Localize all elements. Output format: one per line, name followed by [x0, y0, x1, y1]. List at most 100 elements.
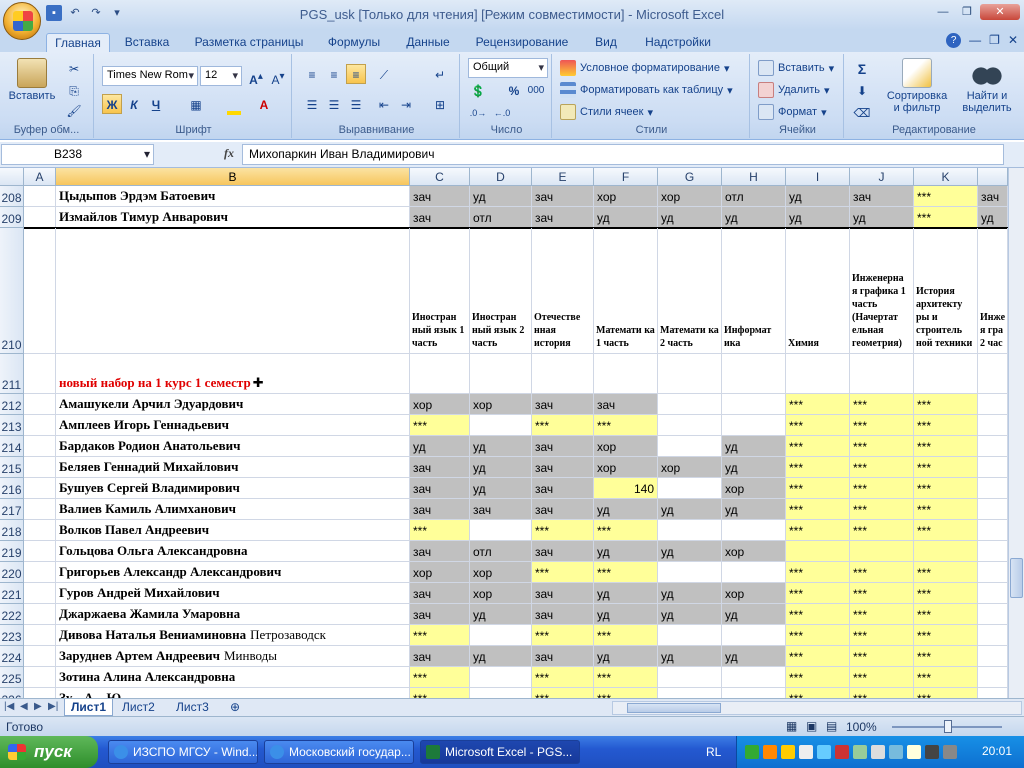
cell[interactable] [24, 520, 56, 541]
grade-cell[interactable]: уд [722, 436, 786, 457]
student-name-cell[interactable]: Цыдыпов Эрдэм Батоевич [56, 186, 410, 207]
grade-cell[interactable]: зач [532, 499, 594, 520]
grade-cell[interactable] [978, 688, 1008, 698]
student-name-cell[interactable]: Гольцова Ольга Александровна [56, 541, 410, 562]
subject-header-cell[interactable]: Математи ка 1 часть [594, 228, 658, 354]
page-layout-view-icon[interactable]: ▣ [806, 719, 817, 733]
grade-cell[interactable]: *** [786, 604, 850, 625]
grade-cell[interactable]: хор [722, 541, 786, 562]
grade-cell[interactable]: зач [532, 207, 594, 228]
vertical-scroll-thumb[interactable] [1010, 558, 1023, 598]
start-button[interactable]: пуск [0, 736, 98, 768]
grade-cell[interactable]: *** [914, 520, 978, 541]
currency-icon[interactable]: 💲 [468, 80, 488, 100]
grade-cell[interactable]: зач [410, 499, 470, 520]
grade-cell[interactable]: *** [410, 520, 470, 541]
grade-cell[interactable]: уд [594, 541, 658, 562]
grade-cell[interactable] [722, 667, 786, 688]
grade-cell[interactable]: зач [532, 457, 594, 478]
find-select-button[interactable]: Найти и выделить [956, 58, 1018, 114]
student-name-cell[interactable]: Заруднев Артем Андреевич Минводы [56, 646, 410, 667]
grade-cell[interactable]: уд [658, 541, 722, 562]
column-header-k[interactable]: K [914, 168, 978, 186]
next-sheet-icon[interactable]: ▶ [34, 701, 42, 712]
grade-cell[interactable]: уд [410, 436, 470, 457]
merge-cells-icon[interactable]: ⊞ [430, 94, 450, 114]
subject-header-cell[interactable]: Информат ика [722, 228, 786, 354]
increase-indent-icon[interactable]: ⇥ [396, 94, 416, 114]
grade-cell[interactable]: зач [410, 457, 470, 478]
grade-cell[interactable] [658, 415, 722, 436]
grade-cell[interactable]: *** [914, 499, 978, 520]
cell[interactable] [24, 646, 56, 667]
format-cells-button[interactable]: Формат ▾ [758, 102, 827, 122]
increase-decimal-icon[interactable]: .0→ [468, 102, 488, 122]
align-center-icon[interactable]: ☰ [324, 94, 344, 114]
grade-cell[interactable]: хор [722, 583, 786, 604]
cell[interactable] [786, 354, 850, 394]
grade-cell[interactable]: зач [410, 604, 470, 625]
subject-header-cell[interactable]: Математи ка 2 часть [658, 228, 722, 354]
grade-cell[interactable] [722, 415, 786, 436]
doc-minimize-icon[interactable]: — [969, 33, 981, 48]
cell[interactable] [24, 499, 56, 520]
help-icon[interactable]: ? [946, 33, 962, 48]
grade-cell[interactable]: *** [786, 457, 850, 478]
student-name-cell[interactable]: Валиев Камиль Алимханович [56, 499, 410, 520]
grade-cell[interactable]: уд [786, 207, 850, 228]
spreadsheet-grid[interactable]: A B C D E F G H I J K 208 Цыдыпов Эрдэм Батоевич зач у… [0, 168, 1008, 698]
grade-cell[interactable]: уд [470, 478, 532, 499]
grade-cell[interactable] [470, 415, 532, 436]
volume-icon[interactable] [943, 745, 957, 759]
grade-cell[interactable] [470, 520, 532, 541]
tray-icon-4[interactable] [799, 745, 813, 759]
paste-button[interactable]: Вставить [6, 58, 58, 102]
grade-cell[interactable]: *** [850, 667, 914, 688]
grade-cell[interactable]: *** [850, 457, 914, 478]
grade-cell[interactable]: *** [532, 415, 594, 436]
column-header-i[interactable]: I [786, 168, 850, 186]
grade-cell[interactable] [658, 478, 722, 499]
grade-cell[interactable]: *** [594, 562, 658, 583]
grade-cell[interactable]: хор [594, 436, 658, 457]
grade-cell[interactable]: зач [532, 604, 594, 625]
row-header[interactable]: 218 [0, 520, 24, 541]
subject-header-cell[interactable]: Отечестве нная история [532, 228, 594, 354]
grade-cell[interactable] [850, 541, 914, 562]
cell[interactable] [24, 583, 56, 604]
cell[interactable] [24, 186, 56, 207]
grade-cell[interactable]: *** [532, 667, 594, 688]
grade-cell[interactable]: уд [594, 646, 658, 667]
column-header-d[interactable]: D [470, 168, 532, 186]
grade-cell[interactable] [722, 625, 786, 646]
conditional-formatting-button[interactable]: Условное форматирование ▾ [560, 58, 729, 78]
grade-cell[interactable]: *** [850, 688, 914, 698]
grade-cell[interactable]: уд [658, 604, 722, 625]
language-indicator[interactable]: RL [706, 745, 721, 759]
tab-formulas[interactable]: Формулы [322, 33, 386, 52]
grade-cell[interactable] [978, 478, 1008, 499]
grade-cell[interactable]: *** [914, 436, 978, 457]
grade-cell[interactable]: *** [914, 457, 978, 478]
grade-cell[interactable]: уд [978, 207, 1008, 228]
sheet-tab-1[interactable]: Лист1 [64, 699, 114, 716]
student-name-cell[interactable]: Бардаков Родион Анатольевич [56, 436, 410, 457]
grade-cell[interactable]: уд [658, 646, 722, 667]
grade-cell[interactable]: зач [594, 394, 658, 415]
row-header[interactable]: 214 [0, 436, 24, 457]
cell-styles-button[interactable]: Стили ячеек ▾ [560, 102, 653, 122]
grade-cell[interactable] [978, 415, 1008, 436]
grade-cell[interactable] [978, 520, 1008, 541]
cell[interactable] [24, 478, 56, 499]
student-name-cell[interactable]: Джаржаева Жамила Умаровна [56, 604, 410, 625]
grade-cell[interactable]: *** [914, 415, 978, 436]
grade-cell[interactable]: зач [410, 186, 470, 207]
last-sheet-icon[interactable]: ▶| [48, 701, 58, 712]
tray-icon-6[interactable] [835, 745, 849, 759]
grade-cell[interactable] [658, 562, 722, 583]
grade-cell[interactable] [978, 667, 1008, 688]
grade-cell[interactable]: уд [850, 207, 914, 228]
grade-cell[interactable]: зач [532, 436, 594, 457]
grade-cell[interactable]: *** [850, 625, 914, 646]
grade-cell[interactable]: *** [532, 562, 594, 583]
